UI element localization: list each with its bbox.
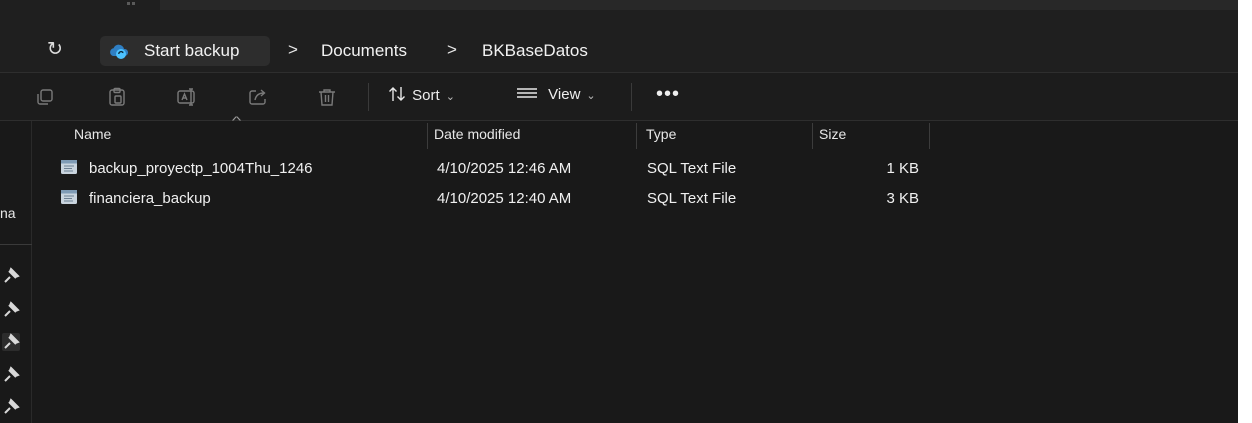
pin-icon[interactable] bbox=[2, 267, 20, 285]
table-row[interactable]: backup_proyectp_1004Thu_1246 4/10/2025 1… bbox=[32, 153, 1238, 183]
sql-file-icon bbox=[60, 158, 78, 176]
file-list: ^ Name Date modified Type Size backup_pr… bbox=[32, 115, 1238, 423]
paste-icon[interactable] bbox=[106, 86, 128, 108]
file-size: 3 KB bbox=[886, 190, 919, 207]
view-button[interactable]: View ⌄ bbox=[516, 85, 596, 109]
table-row[interactable]: financiera_backup 4/10/2025 12:40 AM SQL… bbox=[32, 183, 1238, 213]
column-header-type[interactable]: Type bbox=[646, 126, 676, 142]
command-bar: Sort ⌄ View ⌄ ••• bbox=[0, 73, 1238, 121]
share-icon[interactable] bbox=[247, 86, 269, 108]
file-explorer-window: ↻ Start backup > Documents > BKBaseDatos bbox=[0, 0, 1238, 423]
breadcrumb-documents[interactable]: Documents bbox=[321, 41, 407, 61]
pin-icon[interactable] bbox=[2, 366, 20, 384]
rename-icon[interactable] bbox=[176, 86, 198, 108]
sort-arrows-icon bbox=[389, 87, 405, 101]
pin-icon[interactable] bbox=[2, 301, 20, 319]
toolbar-divider bbox=[368, 83, 369, 111]
breadcrumb-current-folder[interactable]: BKBaseDatos bbox=[482, 41, 588, 61]
address-bar-row: ↻ Start backup > Documents > BKBaseDatos bbox=[0, 10, 1238, 73]
sort-ascending-icon: ^ bbox=[231, 115, 242, 127]
file-date-modified: 4/10/2025 12:46 AM bbox=[437, 160, 572, 177]
chevron-down-icon: ⌄ bbox=[445, 91, 455, 103]
view-lines-icon bbox=[517, 88, 537, 98]
chevron-down-icon: ⌄ bbox=[586, 90, 596, 102]
page-background-strip bbox=[1238, 0, 1252, 423]
column-divider[interactable] bbox=[929, 123, 930, 149]
column-divider[interactable] bbox=[636, 123, 637, 149]
file-size: 1 KB bbox=[886, 160, 919, 177]
breadcrumb-separator: > bbox=[288, 40, 298, 59]
sql-file-icon bbox=[60, 188, 78, 206]
file-name: backup_proyectp_1004Thu_1246 bbox=[89, 160, 313, 177]
pin-icon[interactable] bbox=[2, 398, 20, 416]
copy-icon[interactable] bbox=[34, 86, 56, 108]
title-bar-mark bbox=[127, 2, 130, 5]
view-label: View bbox=[548, 86, 581, 103]
sort-label: Sort bbox=[412, 87, 440, 104]
nav-divider bbox=[0, 244, 32, 245]
title-bar-mark bbox=[132, 2, 135, 5]
file-name: financiera_backup bbox=[89, 190, 211, 207]
column-divider[interactable] bbox=[427, 123, 428, 149]
file-date-modified: 4/10/2025 12:40 AM bbox=[437, 190, 572, 207]
navigation-pane: na bbox=[0, 121, 32, 423]
tab-strip bbox=[160, 0, 1238, 10]
title-bar bbox=[0, 0, 1238, 10]
column-header-size[interactable]: Size bbox=[819, 126, 846, 142]
file-type: SQL Text File bbox=[647, 190, 737, 207]
column-divider[interactable] bbox=[812, 123, 813, 149]
nav-item-label[interactable]: na bbox=[0, 205, 16, 221]
toolbar-divider bbox=[631, 83, 632, 111]
pin-icon[interactable] bbox=[2, 333, 20, 351]
cloud-sync-icon bbox=[108, 42, 130, 60]
column-header-name[interactable]: Name bbox=[74, 126, 111, 142]
breadcrumb-root[interactable]: Start backup bbox=[100, 36, 270, 66]
delete-icon[interactable] bbox=[316, 86, 338, 108]
more-options-button[interactable]: ••• bbox=[656, 83, 680, 106]
sort-button[interactable]: Sort ⌄ bbox=[388, 85, 455, 109]
column-header-date-modified[interactable]: Date modified bbox=[434, 126, 520, 142]
breadcrumb-root-label: Start backup bbox=[144, 41, 240, 60]
file-type: SQL Text File bbox=[647, 160, 737, 177]
column-header-row: ^ Name Date modified Type Size bbox=[32, 115, 1238, 149]
breadcrumb-separator: > bbox=[447, 40, 457, 59]
refresh-icon[interactable]: ↻ bbox=[42, 37, 68, 63]
